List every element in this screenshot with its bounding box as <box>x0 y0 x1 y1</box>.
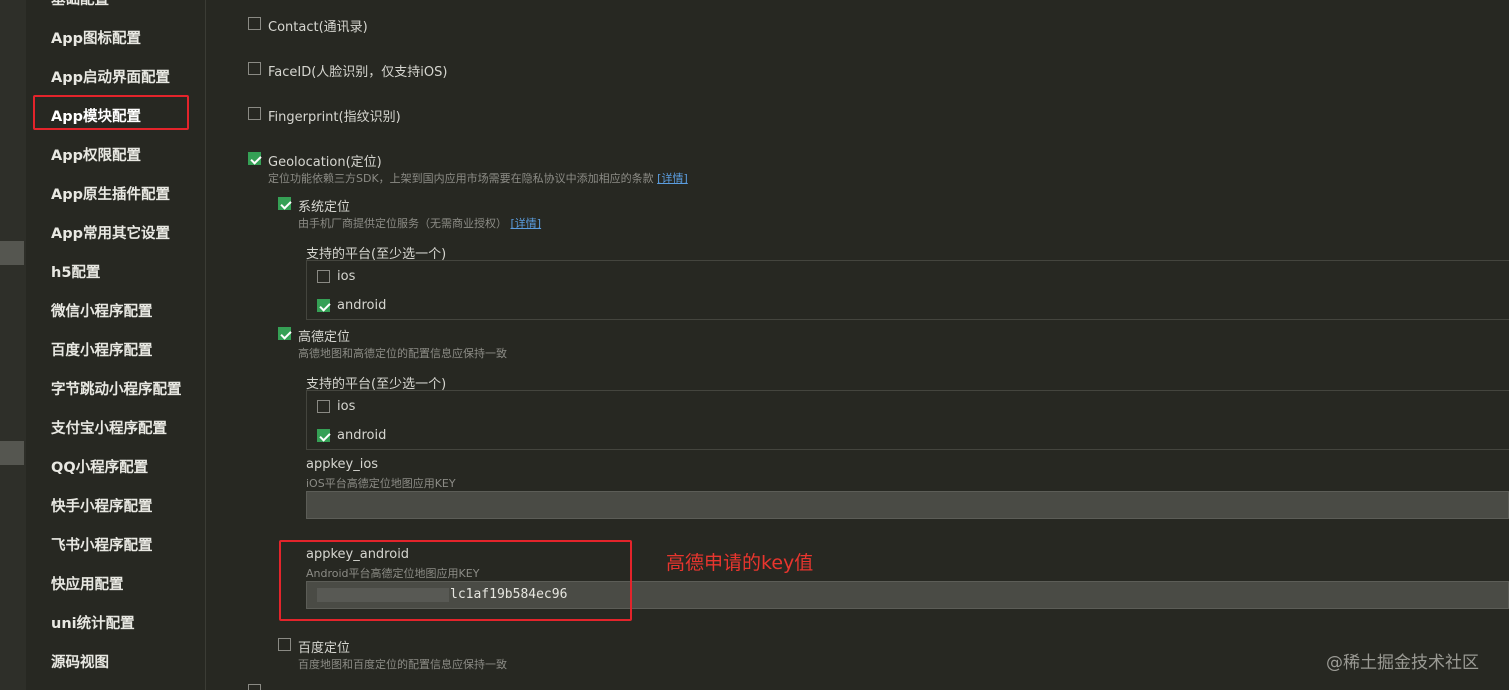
sidebar-item-alipay-mp[interactable]: 支付宝小程序配置 <box>51 417 167 441</box>
sidebar-item-weixin-mp[interactable]: 微信小程序配置 <box>51 300 153 324</box>
activity-bar-marker <box>0 441 24 465</box>
sidebar-item-kuaishou-mp[interactable]: 快手小程序配置 <box>51 495 153 519</box>
geolocation-checkbox[interactable] <box>248 152 261 165</box>
fingerprint-label: Fingerprint(指纹识别) <box>268 110 401 125</box>
sidebar-item-app-permissions[interactable]: App权限配置 <box>51 144 141 168</box>
amap-ios-checkbox[interactable] <box>317 400 330 413</box>
baidu-location-label: 百度定位 <box>298 641 351 656</box>
sidebar-item-toutiao-mp[interactable]: 字节跳动小程序配置 <box>51 378 182 402</box>
sidebar-item-quickapp[interactable]: 快应用配置 <box>51 573 124 597</box>
sidebar-item-baidu-mp[interactable]: 百度小程序配置 <box>51 339 153 363</box>
system-location-description: 由手机厂商提供定位服务（无需商业授权） [详情] <box>298 215 541 231</box>
activity-bar-marker <box>0 241 24 265</box>
sidebar-item-qq-mp[interactable]: QQ小程序配置 <box>51 456 148 480</box>
next-module-checkbox[interactable] <box>248 684 261 690</box>
sidebar-item-app-native-plugins[interactable]: App原生插件配置 <box>51 183 170 207</box>
geolocation-description: 定位功能依赖三方SDK，上架到国内应用市场需要在隐私协议中添加相应的条款 [详情… <box>268 170 688 186</box>
geolocation-details-link[interactable]: [详情] <box>657 172 688 185</box>
appkey-ios-label: appkey_ios <box>306 457 379 472</box>
amap-ios-label: ios <box>337 399 356 414</box>
appkey-ios-input[interactable] <box>306 491 1509 519</box>
system-location-details-link[interactable]: [详情] <box>511 217 542 230</box>
appkey-android-highlight-box <box>279 540 632 621</box>
amap-platforms-panel: ios android <box>306 390 1509 450</box>
faceid-label: FaceID(人脸识别，仅支持iOS) <box>268 65 448 80</box>
geolocation-description-text: 定位功能依赖三方SDK，上架到国内应用市场需要在隐私协议中添加相应的条款 <box>268 172 654 185</box>
active-item-highlight-box <box>33 95 189 130</box>
system-location-platforms-panel: ios android <box>306 260 1509 320</box>
sidebar-item-app-other-settings[interactable]: App常用其它设置 <box>51 222 170 246</box>
contact-label: Contact(通讯录) <box>268 20 368 35</box>
system-location-ios-checkbox[interactable] <box>317 270 330 283</box>
system-location-android-label: android <box>337 298 387 313</box>
fingerprint-checkbox[interactable] <box>248 107 261 120</box>
amap-location-checkbox[interactable] <box>278 327 291 340</box>
annotation-note: 高德申请的key值 <box>666 552 814 574</box>
sidebar-item-basic[interactable]: 基础配置 <box>51 0 109 12</box>
system-location-label: 系统定位 <box>298 200 351 215</box>
sidebar-item-h5[interactable]: h5配置 <box>51 261 100 285</box>
baidu-location-checkbox[interactable] <box>278 638 291 651</box>
sidebar-item-source-view[interactable]: 源码视图 <box>51 651 109 675</box>
amap-location-description: 高德地图和高德定位的配置信息应保持一致 <box>298 347 507 360</box>
faceid-checkbox[interactable] <box>248 62 261 75</box>
amap-location-label: 高德定位 <box>298 330 351 345</box>
system-location-checkbox[interactable] <box>278 197 291 210</box>
sidebar-item-feishu-mp[interactable]: 飞书小程序配置 <box>51 534 153 558</box>
sidebar-item-app-splash[interactable]: App启动界面配置 <box>51 66 170 90</box>
contact-checkbox[interactable] <box>248 17 261 30</box>
amap-android-label: android <box>337 428 387 443</box>
sidebar-item-uni-stat[interactable]: uni统计配置 <box>51 612 135 636</box>
baidu-location-description: 百度地图和百度定位的配置信息应保持一致 <box>298 658 507 671</box>
amap-android-checkbox[interactable] <box>317 429 330 442</box>
activity-bar <box>0 0 26 690</box>
watermark: @稀土掘金技术社区 <box>1326 653 1479 673</box>
system-location-ios-label: ios <box>337 269 356 284</box>
appkey-ios-description: iOS平台高德定位地图应用KEY <box>306 477 456 490</box>
system-location-android-checkbox[interactable] <box>317 299 330 312</box>
sidebar-item-app-icon[interactable]: App图标配置 <box>51 27 141 51</box>
system-location-description-text: 由手机厂商提供定位服务（无需商业授权） <box>298 217 507 230</box>
geolocation-label: Geolocation(定位) <box>268 155 382 170</box>
